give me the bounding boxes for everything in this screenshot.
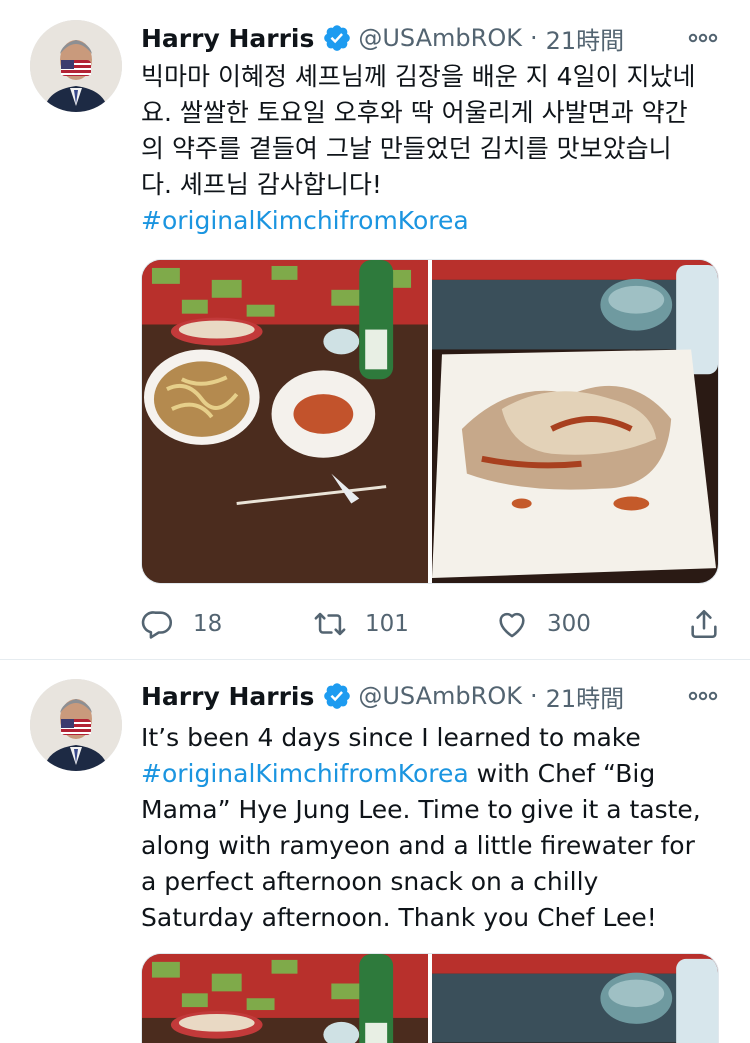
retweet-button[interactable]: 101: [313, 604, 409, 644]
tweet-header: Harry Harris @USAmbROK · 21時間: [141, 676, 722, 716]
verified-badge-icon: [324, 25, 351, 51]
photo-image: [432, 260, 718, 583]
photo-ramen-kimchi-table[interactable]: [142, 954, 428, 1043]
author-handle[interactable]: @USAmbROK: [358, 682, 522, 710]
timestamp[interactable]: 21時間: [546, 679, 625, 714]
retweet-icon: [314, 612, 346, 636]
like-button[interactable]: 300: [495, 604, 591, 644]
tweet-text-body: 빅마마 이혜정 셰프님께 김장을 배운 지 4일이 지났네 요. 쌀쌀한 토요일…: [141, 62, 696, 199]
tweet-text: 빅마마 이혜정 셰프님께 김장을 배운 지 4일이 지났네 요. 쌀쌀한 토요일…: [141, 59, 731, 239]
reply-button[interactable]: 18: [141, 604, 222, 644]
author-handle[interactable]: @USAmbROK: [358, 24, 522, 52]
timestamp[interactable]: 21時間: [546, 21, 625, 56]
tweet[interactable]: Harry Harris @USAmbROK · 21時間 It’s been …: [0, 661, 750, 1043]
photo-image: [142, 260, 428, 583]
tweet[interactable]: Harry Harris @USAmbROK · 21時間 빅마마 이혜정 셰프…: [0, 0, 750, 660]
retweet-count: 101: [365, 611, 409, 637]
photo-image: [432, 954, 718, 1043]
like-icon: [499, 612, 525, 638]
share-icon: [691, 609, 717, 639]
author-name[interactable]: Harry Harris: [141, 682, 314, 711]
author-name[interactable]: Harry Harris: [141, 24, 314, 53]
avatar[interactable]: [30, 20, 122, 112]
hashtag-link[interactable]: #originalKimchifromKorea: [141, 759, 469, 788]
share-button[interactable]: [687, 604, 739, 644]
tweet-media[interactable]: [141, 259, 719, 584]
reply-count: 18: [193, 611, 223, 637]
tweet-text-part-1: It’s been 4 days since I learned to make: [141, 723, 641, 752]
avatar-image: [30, 679, 122, 771]
photo-ramen-kimchi-table[interactable]: [142, 260, 428, 583]
verified-badge-icon: [324, 683, 351, 709]
avatar[interactable]: [30, 679, 122, 771]
separator-dot: ·: [529, 682, 538, 710]
hashtag-link[interactable]: #originalKimchifromKorea: [141, 206, 469, 235]
photo-kimchi-closeup[interactable]: [432, 954, 718, 1043]
reply-icon: [141, 611, 173, 639]
avatar-image: [30, 20, 122, 112]
separator-dot: ·: [529, 24, 538, 52]
tweet-text: It’s been 4 days since I learned to make…: [141, 720, 731, 936]
photo-image: [142, 954, 428, 1043]
like-count: 300: [547, 611, 591, 637]
tweet-header: Harry Harris @USAmbROK · 21時間: [141, 18, 722, 58]
more-options-icon[interactable]: [686, 26, 720, 50]
more-options-icon[interactable]: [686, 684, 720, 708]
tweet-actions: 18 101 300: [141, 604, 721, 644]
tweet-media[interactable]: [141, 953, 719, 1043]
photo-kimchi-closeup[interactable]: [432, 260, 718, 583]
